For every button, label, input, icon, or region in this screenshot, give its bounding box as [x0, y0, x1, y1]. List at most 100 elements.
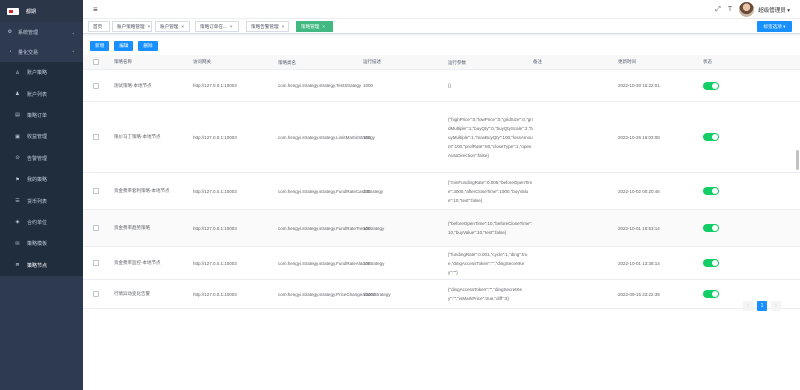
row-select-cell[interactable]: [83, 82, 108, 89]
status-switch[interactable]: [703, 224, 719, 232]
row-checkbox[interactable]: [92, 134, 99, 140]
status-switch[interactable]: [703, 81, 719, 90]
logo[interactable]: 都期: [0, 0, 83, 22]
fullscreen-icon[interactable]: ⤢: [715, 6, 721, 14]
sidebar-item-strategy-order[interactable]: ▤ 策略订单: [0, 104, 83, 127]
tag-strategy-order[interactable]: 策略订单在... ×: [195, 21, 239, 32]
table-body: 测试策略-本地节点 http://127.0.0.1:10003 com.hengy…: [83, 70, 800, 309]
row-select-cell[interactable]: [83, 225, 108, 231]
scrollbar[interactable]: [796, 150, 799, 170]
sidebar-group-quant[interactable]: ◔ 量化交易 ⌃: [0, 42, 83, 62]
row-checkbox[interactable]: [92, 260, 99, 266]
sidebar-item-my-strategy[interactable]: ⚑ 我的策略: [0, 168, 83, 191]
tag-account-strategy[interactable]: 账户策略管理 ×: [112, 21, 152, 32]
sidebar-item-template[interactable]: ✉ 策略模板: [0, 233, 83, 255]
sidebar-item-alarm[interactable]: ⊙ 告警管理: [0, 147, 83, 169]
sidebar-item-label: 合约单位: [27, 219, 48, 226]
tag-strategy[interactable]: 策略管理 ×: [296, 21, 333, 32]
sidebar-item-label: 策略模板: [27, 241, 48, 248]
close-icon[interactable]: ×: [282, 24, 285, 29]
avatar[interactable]: [739, 2, 755, 17]
sidebar-item-label: 货币列表: [27, 198, 48, 205]
row-checkbox[interactable]: [92, 291, 99, 297]
cell-desc: 100: [363, 134, 371, 140]
row-select-cell[interactable]: [83, 134, 108, 140]
tag-label: 账户策略管理: [117, 23, 145, 29]
tag-label: 策略告警管理: [251, 23, 279, 29]
cell-desc: 1000: [363, 83, 374, 88]
money-icon: ▣: [15, 133, 20, 140]
row-select-cell[interactable]: [83, 291, 108, 297]
row-checkbox[interactable]: [92, 188, 99, 194]
delete-button[interactable]: 删除: [138, 41, 158, 51]
table-row[interactable]: 资金费率监控-本地节点 http://127.0.0.1:10003 com.hen…: [83, 247, 800, 280]
username[interactable]: 超级管理员 ▾: [758, 6, 790, 14]
tag-strategy-alarm[interactable]: 策略告警管理 ×: [246, 21, 289, 32]
next-page-button[interactable]: ›: [771, 301, 781, 311]
sidebar-item-coin-list[interactable]: ☰ 货币列表: [0, 190, 83, 212]
row-checkbox[interactable]: [92, 82, 99, 89]
cell-name: 行情异动变化告警: [114, 291, 150, 296]
header-time: 更新时间: [618, 59, 636, 64]
tag-label: 账户管理: [160, 23, 179, 29]
cell-clazz: com.hengyi.strategy.strategy.PriceChange…: [278, 291, 391, 297]
table-row[interactable]: 资金费率趋势策略 http://127.0.0.1:10003 com.hengyi…: [83, 210, 800, 247]
row-select-cell[interactable]: [83, 260, 108, 266]
tag-account[interactable]: 账户管理 ×: [155, 21, 190, 32]
cell-gateway: http://127.0.0.1:10003: [193, 83, 237, 88]
sidebar-group-system[interactable]: ⚙ 系统管理 ⌄: [0, 22, 83, 42]
add-button[interactable]: 新增: [90, 41, 110, 51]
status-cell: [703, 259, 788, 267]
table-header: 策略名称 访问网关 策略类名 运行描述 运行参数 备注 更新时间 状态: [83, 55, 800, 70]
select-all-cell[interactable]: [83, 59, 108, 65]
cell-gateway: http://127.0.0.1:10003: [193, 134, 237, 140]
table-row[interactable]: 资金费率套利策略-本地节点 http://127.0.0.1:10003 com.h…: [83, 173, 800, 210]
cell-gateway: http://127.0.0.1:10003: [193, 225, 237, 231]
close-icon[interactable]: ×: [322, 24, 325, 29]
tags-view: 首页 账户策略管理 × 账户管理 × 策略订单在... × 策略告警管理 × 策略管理 ×…: [83, 19, 800, 34]
sidebar-item-label: 策略订单: [27, 112, 48, 119]
close-icon[interactable]: ×: [181, 24, 184, 29]
sidebar-item-profit[interactable]: ▣ 收益管理: [0, 126, 83, 148]
toolbar: 新增 编辑 删除: [90, 41, 163, 51]
select-all-checkbox[interactable]: [92, 59, 99, 65]
page-1-button[interactable]: 1: [757, 301, 767, 311]
cell-name: 资金费率监控-本地节点: [114, 260, 161, 265]
chevron-down-icon: ⌄: [71, 29, 75, 35]
cell-clazz: com.hengyi.strategy.strategy.LimitMartin…: [278, 134, 375, 140]
status-switch[interactable]: [703, 133, 719, 141]
order-icon: ▤: [15, 112, 20, 119]
sidebar-item-contract[interactable]: ◈ 合约单位: [0, 211, 83, 234]
cell-time: 2022-10-01 18:53:14: [618, 225, 660, 231]
contract-icon: ◈: [15, 219, 20, 226]
close-icon[interactable]: ×: [230, 24, 233, 29]
status-switch[interactable]: [703, 290, 719, 298]
prev-page-button[interactable]: ‹: [743, 301, 753, 311]
table-row[interactable]: 限价马丁策略-本地节点 http://127.0.0.1:10003 com.hen…: [83, 102, 800, 173]
cell-clazz: com.hengyi.strategy.strategy.FundRateAla…: [278, 260, 385, 266]
sidebar-item-account-strategy[interactable]: ♙ 账户策略: [0, 62, 83, 84]
cell-time: 2022-10-30 15:22:01: [618, 83, 660, 88]
sidebar-item-label: 策略节点: [27, 262, 48, 269]
sidebar-item-label: 我的策略: [27, 177, 48, 184]
hamburger-icon[interactable]: ≡: [93, 5, 98, 14]
sidebar-item-account-list[interactable]: ♟ 账户列表: [0, 83, 83, 105]
tag-home[interactable]: 首页: [88, 21, 110, 32]
cell-name: 资金费率套利策略-本地节点: [114, 188, 170, 193]
edit-button[interactable]: 编辑: [114, 41, 134, 51]
table-row[interactable]: 测试策略-本地节点 http://127.0.0.1:10003 com.hengy…: [83, 70, 800, 102]
status-switch[interactable]: [703, 187, 719, 195]
sidebar-item-node[interactable]: ≣ 策略节点: [0, 254, 83, 276]
alarm-icon: ⊙: [15, 155, 20, 162]
status-switch[interactable]: [703, 259, 719, 267]
row-select-cell[interactable]: [83, 188, 108, 194]
sidebar: 都期 ⚙ 系统管理 ⌄ ◔ 量化交易 ⌃ ♙ 账户策略 ♟ 账户列表 ▤ 策略订单 ▣…: [0, 0, 83, 390]
table-row[interactable]: 行情异动变化告警 http://127.0.0.1:10003 com.hengyi…: [83, 280, 800, 309]
close-icon[interactable]: ×: [148, 24, 151, 29]
sidebar-item-label: 收益管理: [27, 134, 48, 141]
row-checkbox[interactable]: [92, 225, 99, 231]
tag-options-button[interactable]: 标签选项 ▾: [757, 21, 792, 32]
caret-down-icon: ▾: [787, 7, 790, 14]
cell-params: {"minFundingRate":0.005,"beforeOpenTime"…: [448, 179, 533, 203]
font-size-icon[interactable]: T: [728, 6, 732, 13]
